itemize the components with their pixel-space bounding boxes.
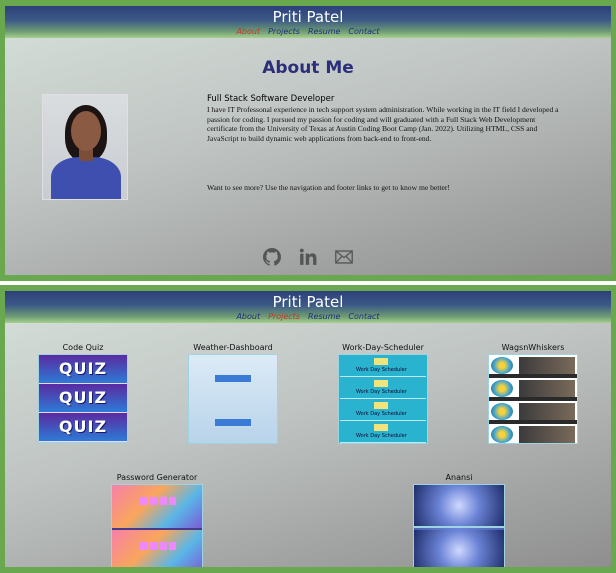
github-icon[interactable]	[263, 248, 281, 266]
thumb-text: QUIZ	[58, 417, 108, 436]
thumb-text: QUIZ	[58, 388, 108, 407]
site-title: Priti Patel	[272, 8, 344, 26]
project-thumbnail[interactable]	[413, 484, 505, 567]
thumb-text: Work Day Scheduler	[356, 411, 407, 417]
projects-page: Priti Patel About Projects Resume Contac…	[5, 291, 611, 567]
project-title: Weather-Dashboard	[193, 343, 273, 352]
nav-projects[interactable]: Projects	[268, 311, 300, 323]
projects-page-frame: Priti Patel About Projects Resume Contac…	[0, 285, 616, 573]
project-thumbnail[interactable]	[488, 354, 578, 444]
nav-resume[interactable]: Resume	[308, 311, 340, 323]
project-card-work-day-scheduler: Work-Day-Scheduler Work Day Scheduler Wo…	[338, 343, 428, 444]
nav-contact[interactable]: Contact	[348, 311, 379, 323]
thumb-text: Work Day Scheduler	[356, 389, 407, 395]
bio-section: Full Stack Software Developer I have IT …	[207, 94, 567, 193]
nav-about[interactable]: About	[236, 311, 260, 323]
site-header: Priti Patel About Projects Resume Contac…	[5, 6, 611, 38]
project-card-anansi: Anansi	[413, 473, 505, 567]
about-page: Priti Patel About Projects Resume Contac…	[5, 6, 611, 275]
job-title: Full Stack Software Developer	[207, 94, 335, 104]
main-nav: About Projects Resume Contact	[5, 26, 611, 38]
project-thumbnail[interactable]: Work Day Scheduler Work Day Scheduler Wo…	[338, 354, 428, 444]
project-thumbnail[interactable]: QUIZ QUIZ QUIZ	[38, 354, 128, 443]
project-title: Code Quiz	[62, 343, 104, 352]
see-more-text: Want to see more? Use the navigation and…	[207, 183, 450, 193]
thumb-text: Work Day Scheduler	[356, 367, 407, 373]
about-page-frame: Priti Patel About Projects Resume Contac…	[0, 0, 616, 281]
main-nav: About Projects Resume Contact	[5, 311, 611, 323]
nav-about[interactable]: About	[236, 26, 260, 38]
project-title: Anansi	[445, 473, 473, 482]
project-card-wagsnwhiskers: WagsnWhiskers	[488, 343, 578, 444]
profile-photo	[42, 94, 128, 200]
nav-contact[interactable]: Contact	[348, 26, 379, 38]
project-thumbnail[interactable]	[111, 484, 203, 567]
project-title: WagsnWhiskers	[501, 343, 565, 352]
bio-text: I have IT Professonal experience in tech…	[207, 105, 559, 143]
project-thumbnail[interactable]	[188, 354, 278, 444]
social-links	[5, 248, 611, 266]
envelope-icon[interactable]	[335, 248, 353, 266]
thumb-text: QUIZ	[58, 359, 108, 378]
project-card-password-generator: Password Generator	[111, 473, 203, 567]
project-card-weather-dashboard: Weather-Dashboard	[188, 343, 278, 444]
linkedin-icon[interactable]	[299, 248, 317, 266]
thumb-text: Work Day Scheduler	[356, 433, 407, 439]
nav-resume[interactable]: Resume	[308, 26, 340, 38]
site-title: Priti Patel	[272, 293, 344, 311]
project-title: Password Generator	[116, 473, 198, 482]
site-header: Priti Patel About Projects Resume Contac…	[5, 291, 611, 323]
project-card-code-quiz: Code Quiz QUIZ QUIZ QUIZ	[38, 343, 128, 443]
page-title: About Me	[262, 58, 354, 78]
project-title: Work-Day-Scheduler	[342, 343, 424, 352]
nav-projects[interactable]: Projects	[268, 26, 300, 38]
